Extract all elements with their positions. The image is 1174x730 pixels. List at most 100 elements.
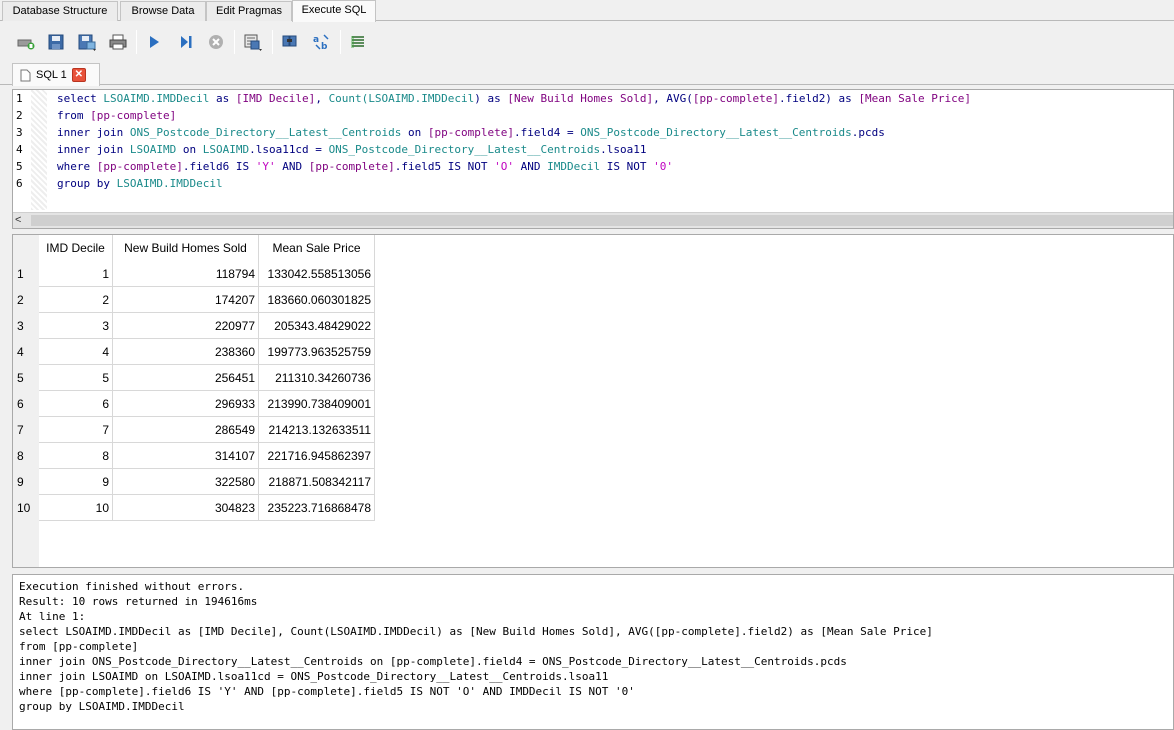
message-pane[interactable]: Execution finished without errors. Resul… xyxy=(12,574,1174,730)
table-cell[interactable]: 218871.508342117 xyxy=(259,469,375,495)
save-file-icon xyxy=(78,34,96,51)
code-token: ONS_Postcode_Directory__Latest__Centroid… xyxy=(580,126,852,139)
code-token: Count( xyxy=(328,92,369,105)
table-cell[interactable]: 213990.738409001 xyxy=(259,391,375,417)
code-token: .lsoa11 xyxy=(600,143,647,156)
line-number: 2 xyxy=(16,109,23,122)
table-cell[interactable]: 235223.716868478 xyxy=(259,495,375,521)
row-number[interactable]: 2 xyxy=(13,287,39,313)
row-number[interactable]: 8 xyxy=(13,443,39,469)
toolbar-separator xyxy=(272,30,273,54)
stop-button[interactable] xyxy=(204,31,228,53)
table-cell[interactable]: 133042.558513056 xyxy=(259,261,375,287)
table-cell[interactable]: 183660.060301825 xyxy=(259,287,375,313)
editor-horizontal-scrollbar[interactable]: < xyxy=(13,212,1173,228)
execute-line-button[interactable] xyxy=(174,31,198,53)
code-token: .field6 IS xyxy=(182,160,256,173)
code-token: .field4 = xyxy=(513,126,581,139)
table-cell[interactable]: 174207 xyxy=(113,287,259,313)
column-header-imd-decile[interactable]: IMD Decile xyxy=(39,235,113,261)
print-button[interactable] xyxy=(106,31,130,53)
table-cell[interactable]: 214213.132633511 xyxy=(259,417,375,443)
table-cell[interactable]: 2 xyxy=(39,287,113,313)
row-number[interactable]: 5 xyxy=(13,365,39,391)
row-number[interactable]: 9 xyxy=(13,469,39,495)
sql-editor[interactable]: 1 2 3 4 5 6 select LSOAIMD.IMDDecil as [… xyxy=(12,89,1174,229)
row-number[interactable]: 3 xyxy=(13,313,39,339)
scrollbar-thumb[interactable] xyxy=(31,215,1173,226)
row-number[interactable]: 7 xyxy=(13,417,39,443)
results-grid[interactable]: IMD Decile New Build Homes Sold Mean Sal… xyxy=(12,234,1174,568)
table-cell[interactable]: 286549 xyxy=(113,417,259,443)
code-token: '0' xyxy=(653,160,673,173)
table-cell[interactable]: 322580 xyxy=(113,469,259,495)
table-cell[interactable]: 6 xyxy=(39,391,113,417)
tab-edit-pragmas[interactable]: Edit Pragmas xyxy=(206,1,292,21)
scroll-left-icon[interactable]: < xyxy=(15,214,21,226)
table-cell[interactable]: 199773.963525759 xyxy=(259,339,375,365)
message-line: inner join LSOAIMD on LSOAIMD.lsoa11cd =… xyxy=(19,670,609,683)
table-cell[interactable]: 9 xyxy=(39,469,113,495)
table-cell[interactable]: 296933 xyxy=(113,391,259,417)
table-cell[interactable]: 238360 xyxy=(113,339,259,365)
table-cell[interactable]: 314107 xyxy=(113,443,259,469)
comment-icon xyxy=(351,36,364,48)
table-cell[interactable]: 8 xyxy=(39,443,113,469)
table-cell[interactable]: 1 xyxy=(39,261,113,287)
code-line: where [pp-complete].field6 IS 'Y' AND [p… xyxy=(57,160,673,173)
row-number[interactable]: 1 xyxy=(13,261,39,287)
code-token: on xyxy=(176,143,203,156)
code-token: as xyxy=(209,92,236,105)
table-cell[interactable]: 221716.945862397 xyxy=(259,443,375,469)
table-cell[interactable]: 304823 xyxy=(113,495,259,521)
tab-browse-data[interactable]: Browse Data xyxy=(120,1,206,21)
table-cell[interactable]: 3 xyxy=(39,313,113,339)
message-line: inner join ONS_Postcode_Directory__Lates… xyxy=(19,655,847,668)
sql-tab-1[interactable]: SQL 1 ✕ xyxy=(12,63,100,86)
row-number[interactable]: 4 xyxy=(13,339,39,365)
code-token: [pp-complete] xyxy=(692,92,779,105)
sql-tab-bar: SQL 1 ✕ xyxy=(0,62,1174,86)
document-icon xyxy=(20,69,31,81)
column-header-new-build-homes-sold[interactable]: New Build Homes Sold xyxy=(113,235,259,261)
toolbar: ab xyxy=(0,22,1174,62)
line-number: 5 xyxy=(16,160,23,173)
close-tab-icon[interactable]: ✕ xyxy=(71,68,86,82)
table-cell[interactable]: 10 xyxy=(39,495,113,521)
tab-database-structure[interactable]: Database Structure xyxy=(2,1,118,21)
svg-text:b: b xyxy=(321,42,328,51)
find-replace-button[interactable]: ab xyxy=(310,31,334,53)
message-line: where [pp-complete].field6 IS 'Y' AND [p… xyxy=(19,685,635,698)
code-token: [pp-complete] xyxy=(427,126,514,139)
table-cell[interactable]: 118794 xyxy=(113,261,259,287)
row-number[interactable]: 6 xyxy=(13,391,39,417)
table-cell[interactable]: 211310.34260736 xyxy=(259,365,375,391)
code-line: from [pp-complete] xyxy=(57,109,176,122)
comment-button[interactable] xyxy=(346,31,370,53)
code-token: , AVG( xyxy=(653,92,693,105)
column-header-mean-sale-price[interactable]: Mean Sale Price xyxy=(259,235,375,261)
table-cell[interactable]: 4 xyxy=(39,339,113,365)
line-number: 6 xyxy=(16,177,23,190)
table-cell[interactable]: 5 xyxy=(39,365,113,391)
code-line: inner join LSOAIMD on LSOAIMD.lsoa11cd =… xyxy=(57,143,646,156)
execute-all-button[interactable] xyxy=(142,31,166,53)
table-cell[interactable]: 256451 xyxy=(113,365,259,391)
table-cell[interactable]: 7 xyxy=(39,417,113,443)
open-file-icon xyxy=(48,34,64,50)
code-token: inner join xyxy=(57,143,130,156)
open-tab-button[interactable] xyxy=(14,31,38,53)
row-number[interactable]: 10 xyxy=(13,495,39,521)
fold-margin xyxy=(31,90,47,210)
code-token: where xyxy=(57,160,97,173)
open-sql-button[interactable] xyxy=(44,31,68,53)
table-cell[interactable]: 220977 xyxy=(113,313,259,339)
save-sql-button[interactable] xyxy=(76,31,100,53)
find-button[interactable] xyxy=(278,31,302,53)
table-cell[interactable]: 205343.48429022 xyxy=(259,313,375,339)
code-token: 'O' xyxy=(494,160,515,173)
save-results-icon xyxy=(244,34,262,51)
tab-execute-sql[interactable]: Execute SQL xyxy=(292,0,376,22)
save-results-button[interactable] xyxy=(242,31,266,53)
message-line: At line 1: xyxy=(19,610,86,623)
